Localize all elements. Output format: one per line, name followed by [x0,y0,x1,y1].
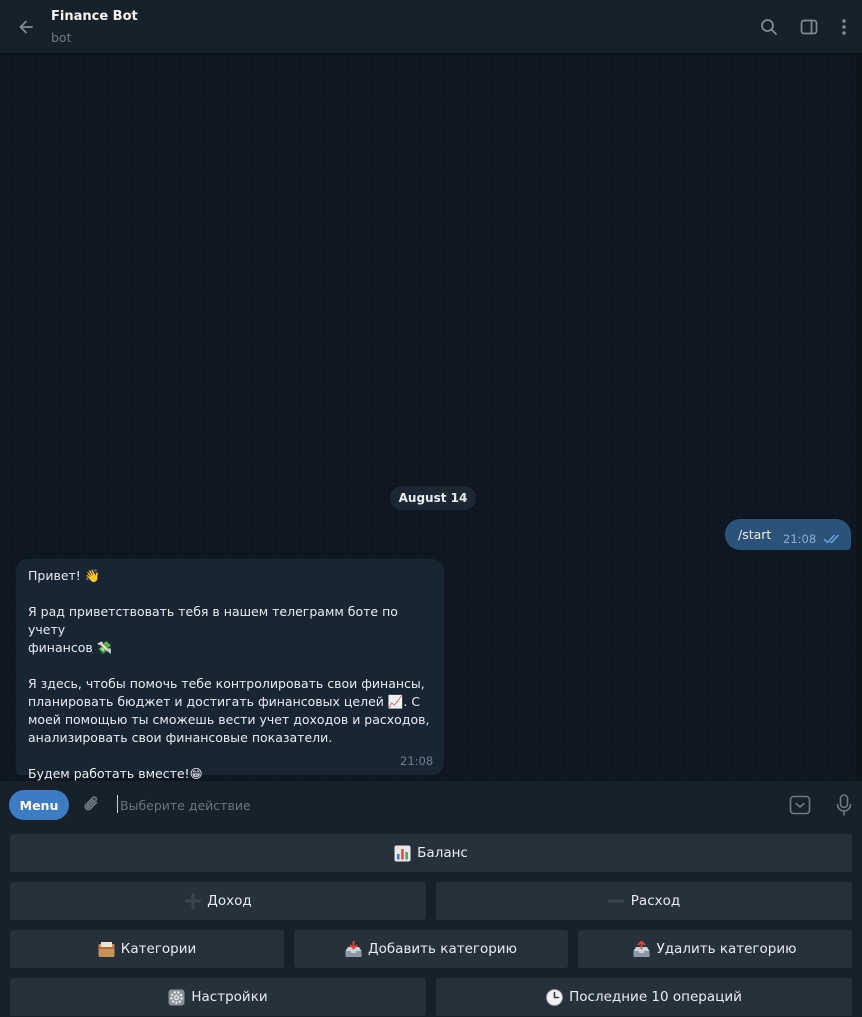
button-label: Удалить категорию [656,941,797,957]
delete-category-button[interactable]: Удалить категорию [578,930,852,968]
chat-subtitle: bot [51,30,72,45]
button-label: Последние 10 операций [569,989,742,1005]
message-time: 21:08 [400,754,434,768]
double-check-icon [823,530,843,544]
scrollbar[interactable] [856,55,862,781]
plus-icon [184,893,201,910]
menu-button[interactable]: Menu [9,790,69,820]
categories-button[interactable]: Категории [10,930,284,968]
message-line: моей помощью ты сможешь вести учет доход… [28,712,430,727]
message-line: финансов 💸 [28,640,113,655]
last-operations-button[interactable]: Последние 10 операций [436,978,852,1016]
bar-chart-icon [394,845,411,862]
outbox-tray-icon [633,940,650,958]
button-label: Категории [120,941,197,957]
card-box-icon [98,941,115,958]
inbox-tray-icon [345,940,362,958]
button-label: Добавить категорию [368,941,517,957]
more-vertical-icon[interactable] [831,14,857,40]
back-arrow-icon[interactable] [12,13,40,41]
microphone-icon[interactable] [830,791,858,819]
add-category-button[interactable]: Добавить категорию [294,930,568,968]
button-label: Расход [630,893,681,909]
message-line: Я рад приветствовать тебя в нашем телегр… [28,604,398,637]
clock-icon [546,988,563,1006]
paperclip-icon[interactable] [78,791,106,819]
button-label: Доход [207,893,252,909]
bot-keyboard-icon[interactable] [786,791,814,819]
settings-button[interactable]: Настройки [10,978,426,1016]
gear-icon [168,989,185,1006]
message-input[interactable] [120,793,740,817]
expense-button[interactable]: Расход [436,882,852,920]
chat-title[interactable]: Finance Bot [51,9,138,24]
message-line: Привет! 👋 [28,568,101,583]
date-separator: August 14 [390,486,476,510]
bot-keyboard: Баланс Доход Расход Категории Добавить к… [0,829,862,1017]
button-label: Настройки [191,989,268,1005]
chat-header: Finance Bot bot [0,0,862,54]
message-line: Я здесь, чтобы помочь тебе контролироват… [28,676,425,691]
incoming-message[interactable]: Привет! 👋 Я рад приветствовать тебя в на… [16,559,444,781]
message-time: 21:08 [783,532,817,546]
text-caret [117,795,118,813]
button-label: Баланс [417,845,468,861]
message-text: /start [738,527,772,542]
message-list[interactable]: August 14 /start 21:08 Привет! 👋 Я рад п… [0,55,862,781]
search-icon[interactable] [756,14,782,40]
message-line: анализировать свои финансовые показатели… [28,730,333,745]
minus-icon [608,893,625,910]
income-button[interactable]: Доход [10,882,426,920]
message-line: планировать бюджет и достигать финансовы… [28,694,421,709]
message-text: Привет! 👋 Я рад приветствовать тебя в на… [28,567,438,783]
sidebar-toggle-icon[interactable] [796,14,822,40]
composer: Menu [0,781,862,829]
outgoing-message[interactable]: /start 21:08 [725,519,851,550]
balance-button[interactable]: Баланс [10,834,852,872]
